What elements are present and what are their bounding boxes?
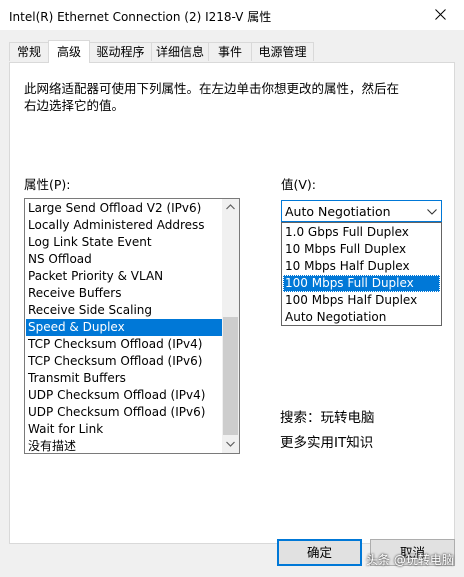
- dropdown-option[interactable]: Auto Negotiation: [283, 309, 440, 326]
- scroll-thumb[interactable]: [223, 317, 238, 435]
- property-list[interactable]: Large Send Offload V2 (IPv6) Locally Adm…: [24, 198, 240, 454]
- tab-advanced[interactable]: 高级: [48, 40, 90, 63]
- value-label: 值(V):: [281, 177, 317, 192]
- close-icon: [435, 9, 446, 20]
- scroll-down-button[interactable]: [222, 436, 239, 453]
- dropdown-option-highlighted[interactable]: 100 Mbps Full Duplex: [283, 275, 440, 292]
- scroll-up-button[interactable]: [222, 199, 239, 216]
- list-item[interactable]: 没有描述: [26, 438, 222, 453]
- chevron-down-icon: [427, 209, 437, 215]
- dropdown-option[interactable]: 1.0 Gbps Full Duplex: [283, 224, 440, 241]
- tab-details[interactable]: 详细信息: [151, 42, 209, 61]
- list-item[interactable]: Transmit Buffers: [26, 370, 222, 387]
- overlay-tagline-text: 更多实用IT知识: [280, 435, 374, 451]
- list-item[interactable]: Locally Administered Address: [26, 217, 222, 234]
- description-text: 此网络适配器可使用下列属性。在左边单击你想更改的属性，然后在右边选择它的值。: [24, 81, 400, 113]
- tab-general[interactable]: 常规: [9, 42, 49, 61]
- property-label: 属性(P):: [24, 177, 71, 192]
- list-item[interactable]: Large Send Offload V2 (IPv6): [26, 200, 222, 217]
- list-item[interactable]: Receive Side Scaling: [26, 302, 222, 319]
- list-item[interactable]: Packet Priority & VLAN: [26, 268, 222, 285]
- property-list-scrollbar[interactable]: [222, 199, 239, 453]
- window-title: Intel(R) Ethernet Connection (2) I218-V …: [9, 10, 272, 24]
- list-item-selected[interactable]: Speed & Duplex: [26, 319, 222, 336]
- value-combobox[interactable]: Auto Negotiation: [281, 200, 442, 222]
- chevron-up-icon: [226, 204, 235, 210]
- dropdown-option[interactable]: 10 Mbps Full Duplex: [283, 241, 440, 258]
- tab-events[interactable]: 事件: [208, 42, 252, 61]
- close-button[interactable]: [418, 0, 464, 30]
- dialog-client-area: 常规 高级 驱动程序 详细信息 事件 电源管理 此网络适配器可使用下列属性。在左…: [0, 30, 464, 577]
- list-item[interactable]: NS Offload: [26, 251, 222, 268]
- advanced-tab-panel: 此网络适配器可使用下列属性。在左边单击你想更改的属性，然后在右边选择它的值。 属…: [9, 62, 455, 544]
- value-dropdown-list[interactable]: 1.0 Gbps Full Duplex 10 Mbps Full Duplex…: [281, 222, 442, 326]
- ok-button[interactable]: 确定: [277, 539, 362, 566]
- list-item[interactable]: Receive Buffers: [26, 285, 222, 302]
- chevron-down-icon: [226, 441, 235, 447]
- title-bar: Intel(R) Ethernet Connection (2) I218-V …: [0, 0, 464, 30]
- corner-watermark: 头条 @玩转电脑: [366, 553, 454, 567]
- list-item[interactable]: TCP Checksum Offload (IPv6): [26, 353, 222, 370]
- list-item[interactable]: Log Link State Event: [26, 234, 222, 251]
- list-item[interactable]: Wait for Link: [26, 421, 222, 438]
- tab-driver[interactable]: 驱动程序: [89, 42, 152, 61]
- tab-power-management[interactable]: 电源管理: [251, 42, 314, 61]
- combobox-value: Auto Negotiation: [285, 204, 391, 219]
- dropdown-option[interactable]: 100 Mbps Half Duplex: [283, 292, 440, 309]
- list-item[interactable]: UDP Checksum Offload (IPv6): [26, 404, 222, 421]
- dropdown-option[interactable]: 10 Mbps Half Duplex: [283, 258, 440, 275]
- list-item[interactable]: UDP Checksum Offload (IPv4): [26, 387, 222, 404]
- overlay-search-text: 搜索：玩转电脑: [280, 410, 375, 426]
- list-item[interactable]: TCP Checksum Offload (IPv4): [26, 336, 222, 353]
